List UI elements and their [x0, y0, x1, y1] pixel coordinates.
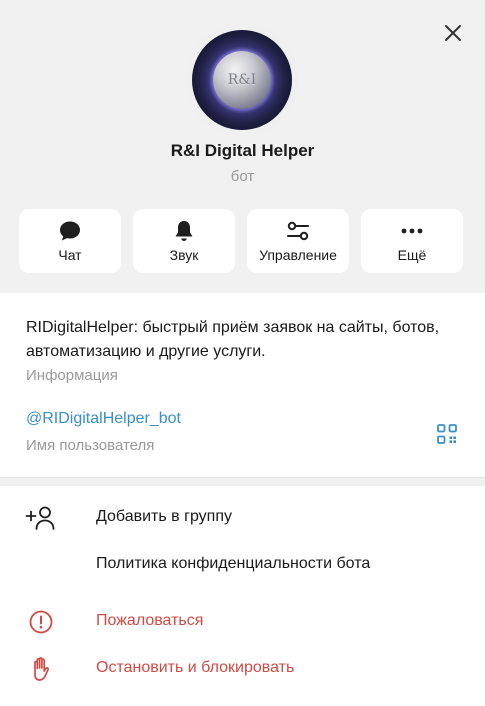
profile-subtitle: бот [230, 168, 255, 185]
sound-button-label: Звук [169, 247, 199, 263]
description-label: Информация [26, 367, 118, 384]
avatar-text: R&I [227, 72, 257, 88]
avatar[interactable]: R&I [192, 30, 292, 130]
sound-button[interactable]: Звук [133, 209, 235, 273]
close-icon [445, 25, 461, 41]
manage-button[interactable]: Управление [247, 209, 349, 273]
bot-description: RIDigitalHelper: быстрый приём заявок на… [26, 319, 440, 360]
chat-bubble-icon [60, 221, 80, 241]
more-button-label: Ещё [397, 247, 427, 263]
profile-header: R&I R&I Digital Helper бот Чат Звук Упра… [0, 0, 485, 293]
add-to-group-label: Добавить в группу [96, 508, 232, 525]
privacy-policy-item[interactable]: Политика конфиденциальности бота [0, 542, 485, 588]
add-to-group-item[interactable]: Добавить в группу [0, 495, 485, 541]
report-label: Пожаловаться [96, 612, 204, 629]
manage-button-label: Управление [259, 247, 337, 263]
username-link[interactable]: @RIDigitalHelper_bot [26, 410, 181, 428]
close-button[interactable] [438, 18, 468, 48]
more-button[interactable]: Ещё [361, 209, 463, 273]
sliders-icon [287, 221, 309, 241]
add-user-icon [25, 506, 55, 530]
stop-and-block-label: Остановить и блокировать [96, 659, 295, 676]
profile-title: R&I Digital Helper [170, 141, 315, 160]
username-label: Имя пользователя [26, 437, 155, 454]
alert-circle-icon [29, 610, 53, 634]
chat-button[interactable]: Чат [19, 209, 121, 273]
qr-code-icon [437, 424, 457, 444]
bell-icon [175, 221, 193, 241]
avatar-sphere: R&I [213, 51, 271, 109]
stop-and-block-item[interactable]: Остановить и блокировать [0, 646, 485, 692]
qr-code-button[interactable] [436, 423, 458, 445]
chat-button-label: Чат [58, 247, 82, 263]
hand-stop-icon [34, 657, 50, 681]
section-divider [0, 477, 485, 486]
privacy-policy-label: Политика конфиденциальности бота [96, 555, 371, 572]
more-dots-icon [401, 228, 423, 234]
report-item[interactable]: Пожаловаться [0, 599, 485, 645]
